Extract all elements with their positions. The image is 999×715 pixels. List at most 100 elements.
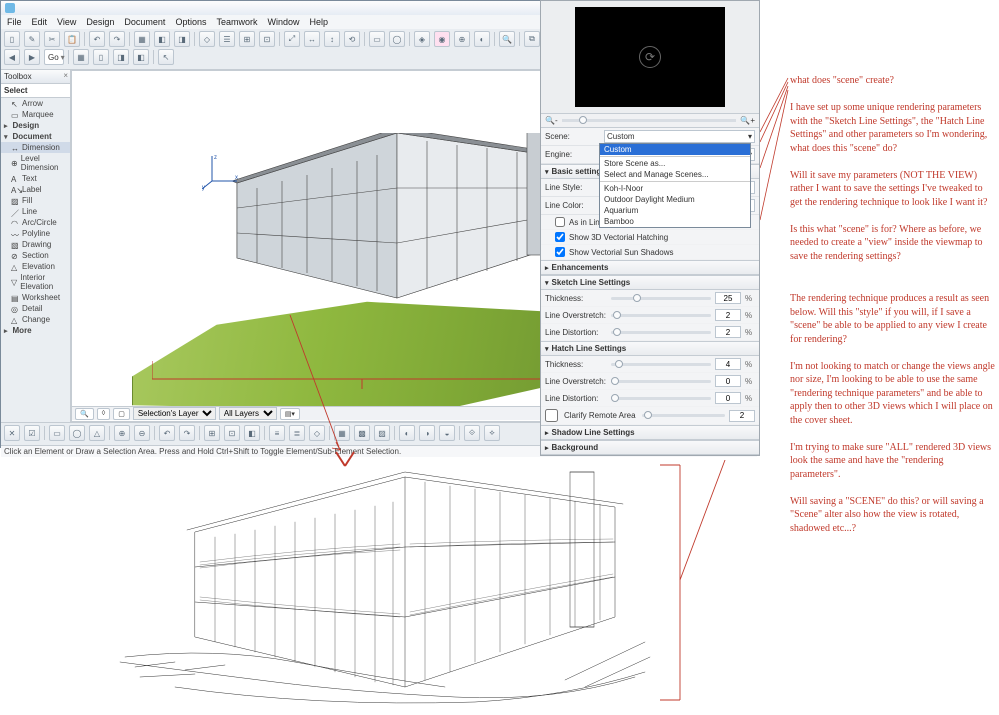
enhancements-head[interactable]: Enhancements: [541, 260, 759, 275]
hatch-thick-value[interactable]: [715, 358, 741, 370]
view-btn[interactable]: ▢: [113, 408, 130, 420]
view-btn[interactable]: ▤▾: [280, 408, 300, 420]
tool-drawing[interactable]: ▧Drawing: [1, 239, 70, 250]
dd-option-manage[interactable]: Select and Manage Scenes...: [600, 169, 750, 180]
tool-dimension[interactable]: ↔Dimension: [1, 142, 70, 153]
layer-select-2[interactable]: All Layers: [219, 407, 277, 420]
menu-help[interactable]: Help: [310, 17, 329, 27]
tool-btn[interactable]: ⊕: [454, 31, 470, 47]
tool-btn[interactable]: ⤢: [284, 31, 300, 47]
nav-fwd-icon[interactable]: ▶: [24, 49, 40, 65]
scene-dropdown[interactable]: Custom▾: [604, 130, 755, 143]
tool-elevation[interactable]: △Elevation: [1, 261, 70, 272]
tool-btn[interactable]: ◧: [133, 49, 149, 65]
toolbox-header[interactable]: Toolbox×: [1, 70, 70, 84]
tool-label[interactable]: A↘Label: [1, 184, 70, 195]
tool-btn[interactable]: ↕: [324, 31, 340, 47]
tool-btn[interactable]: ▨: [374, 425, 390, 441]
tool-btn[interactable]: ▯: [4, 31, 20, 47]
hatch-thick-slider[interactable]: [611, 363, 711, 366]
thickness-slider[interactable]: [611, 297, 711, 300]
menu-window[interactable]: Window: [267, 17, 299, 27]
tool-int-elev[interactable]: ▽Interior Elevation: [1, 272, 70, 292]
menu-document[interactable]: Document: [124, 17, 165, 27]
background-head[interactable]: Background: [541, 440, 759, 455]
tool-btn[interactable]: △: [89, 425, 105, 441]
menu-design[interactable]: Design: [86, 17, 114, 27]
zoom-icon[interactable]: 🔍: [75, 408, 94, 420]
tool-level-dim[interactable]: ⊕Level Dimension: [1, 153, 70, 173]
tool-btn[interactable]: ◐: [474, 31, 490, 47]
tool-btn[interactable]: ✂: [44, 31, 60, 47]
distortion-slider[interactable]: [611, 331, 711, 334]
layer-select-1[interactable]: Selection's Layer: [133, 407, 216, 420]
tool-btn[interactable]: ◨: [174, 31, 190, 47]
tool-section[interactable]: ⊘Section: [1, 250, 70, 261]
dd-option[interactable]: Bamboo: [600, 216, 750, 227]
hatch-dist-value[interactable]: [715, 392, 741, 404]
sketch-line-head[interactable]: Sketch Line Settings: [541, 275, 759, 290]
tool-btn[interactable]: 🔍: [499, 31, 515, 47]
tool-btn[interactable]: ≡: [269, 425, 285, 441]
toolbox-document[interactable]: Document: [1, 131, 70, 142]
tool-btn[interactable]: ⊞: [204, 425, 220, 441]
dd-option-store[interactable]: Store Scene as...: [600, 158, 750, 169]
undo-icon[interactable]: ↶: [89, 31, 105, 47]
shadow-line-head[interactable]: Shadow Line Settings: [541, 425, 759, 440]
dd-option[interactable]: Aquarium: [600, 205, 750, 216]
zoom-out-icon[interactable]: 🔍-: [545, 116, 558, 125]
menu-edit[interactable]: Edit: [32, 17, 48, 27]
tool-btn[interactable]: ⟡: [484, 425, 500, 441]
hatch-line-head[interactable]: Hatch Line Settings: [541, 341, 759, 356]
tool-btn[interactable]: ⊕: [114, 425, 130, 441]
tool-btn[interactable]: ▦: [334, 425, 350, 441]
hatch-over-slider[interactable]: [611, 380, 711, 383]
tool-btn[interactable]: 📋: [64, 31, 80, 47]
tool-btn[interactable]: ↶: [159, 425, 175, 441]
scene-dropdown-list[interactable]: Custom Store Scene as... Select and Mana…: [599, 143, 751, 228]
dd-option-custom[interactable]: Custom: [600, 144, 750, 155]
show-hatching-chk[interactable]: [555, 232, 565, 242]
tool-polyline[interactable]: 〰Polyline: [1, 228, 70, 239]
tool-btn[interactable]: ⊡: [259, 31, 275, 47]
overstretch-slider[interactable]: [611, 314, 711, 317]
tool-btn[interactable]: ≣: [289, 425, 305, 441]
tool-btn[interactable]: ◇: [309, 425, 325, 441]
toolbox-design[interactable]: Design: [1, 120, 70, 131]
tool-btn[interactable]: ◧: [154, 31, 170, 47]
zoom-in-icon[interactable]: 🔍+: [740, 116, 755, 125]
tool-btn[interactable]: ✎: [24, 31, 40, 47]
tool-btn[interactable]: ☑: [24, 425, 40, 441]
tool-btn[interactable]: ▦: [73, 49, 89, 65]
tool-btn[interactable]: ◐: [399, 425, 415, 441]
clarify-chk[interactable]: [545, 409, 558, 422]
redo-icon[interactable]: ↷: [109, 31, 125, 47]
tool-btn[interactable]: ↔: [304, 31, 320, 47]
tool-btn[interactable]: ▩: [354, 425, 370, 441]
tool-arrow[interactable]: ↖Arrow: [1, 98, 70, 109]
tool-fill[interactable]: ▨Fill: [1, 195, 70, 206]
tool-arc[interactable]: ◠Arc/Circle: [1, 217, 70, 228]
clarify-slider[interactable]: [642, 414, 725, 417]
tool-btn[interactable]: ⧉: [524, 31, 540, 47]
tool-btn[interactable]: ⟲: [344, 31, 360, 47]
tool-worksheet[interactable]: ▤Worksheet: [1, 292, 70, 303]
dd-option[interactable]: Outdoor Daylight Medium: [600, 194, 750, 205]
tool-btn[interactable]: ▭: [49, 425, 65, 441]
tool-btn[interactable]: ◇: [199, 31, 215, 47]
tool-btn[interactable]: ⟐: [464, 425, 480, 441]
thickness-value[interactable]: [715, 292, 741, 304]
tool-btn[interactable]: ◧: [244, 425, 260, 441]
tool-btn[interactable]: ◯: [389, 31, 405, 47]
dd-option[interactable]: Koh-I-Noor: [600, 183, 750, 194]
tool-text[interactable]: AText: [1, 173, 70, 184]
tool-btn[interactable]: ⊞: [239, 31, 255, 47]
tool-btn[interactable]: ⊡: [224, 425, 240, 441]
view-btn[interactable]: ◊: [97, 408, 110, 420]
close-icon[interactable]: ×: [63, 71, 68, 80]
tool-btn[interactable]: ↷: [179, 425, 195, 441]
menu-file[interactable]: File: [7, 17, 22, 27]
overstretch-value[interactable]: [715, 309, 741, 321]
tool-change[interactable]: △Change: [1, 314, 70, 325]
show-shadows-chk[interactable]: [555, 247, 565, 257]
